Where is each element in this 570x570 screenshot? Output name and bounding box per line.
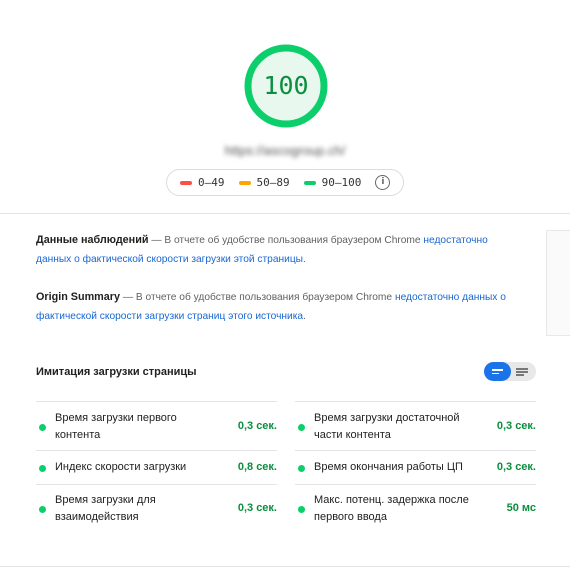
legend-average-label: 50–89 [256, 176, 290, 189]
average-bar-icon [238, 180, 251, 185]
info-icon[interactable]: i [375, 175, 391, 190]
metric-row: Время окончания работы ЦП 0,3 сек. [295, 450, 536, 484]
legend-pass: 90–100 [303, 176, 362, 189]
fail-bar-icon [180, 180, 192, 185]
pass-bar-icon [303, 180, 316, 185]
field-data-section: Данные наблюдений — В отчете об удобстве… [36, 231, 506, 269]
expanded-view-icon-line [516, 371, 528, 373]
metric-label: Индекс скорости загрузки [55, 461, 187, 473]
bottom-divider [0, 566, 570, 567]
origin-summary-period: . [303, 311, 306, 322]
origin-summary-title: Origin Summary [36, 291, 120, 303]
metric-row: Время загрузки достаточной части контент… [295, 401, 536, 450]
metric-value: 0,3 сек. [496, 461, 536, 473]
expanded-view-icon[interactable] [516, 368, 528, 370]
metric-value: 0,3 сек. [496, 420, 536, 432]
score-legend: 0–49 50–89 90–100 i [166, 169, 404, 196]
pass-dot-icon [39, 465, 46, 472]
metric-row: Время загрузки для взаимодействия 0,3 се… [36, 484, 277, 532]
metric-row: Время загрузки первого контента 0,3 сек. [36, 401, 277, 450]
performance-score: 100 [263, 71, 309, 100]
pass-dot-icon [298, 506, 305, 513]
field-data-period: . [302, 254, 306, 265]
performance-score-gauge: 100 [243, 43, 329, 129]
metric-row: Макс. потенц. задержка после первого вво… [295, 484, 536, 532]
metric-value: 50 мс [506, 502, 536, 514]
expanded-view-icon-line [516, 374, 524, 376]
pass-dot-icon [298, 424, 305, 431]
metric-label: Время загрузки первого контента [55, 412, 177, 441]
legend-pass-label: 90–100 [321, 176, 362, 189]
metric-value: 0,3 сек. [237, 502, 277, 514]
screenshot-thumbnail [546, 230, 570, 336]
pass-dot-icon [39, 424, 46, 431]
legend-fail-label: 0–49 [198, 176, 225, 189]
toggle-compact-button[interactable] [484, 362, 511, 381]
pass-dot-icon [298, 465, 305, 472]
legend-fail: 0–49 [180, 176, 225, 189]
page-url[interactable]: https://ascogroup.ch/ [0, 143, 570, 158]
metric-value: 0,3 сек. [237, 420, 277, 432]
origin-summary-text: В отчете об удобстве пользования браузер… [135, 292, 393, 303]
compact-view-icon [492, 369, 503, 371]
metric-value: 0,8 сек. [237, 461, 277, 473]
field-data-text: В отчете об удобстве пользования браузер… [164, 235, 421, 246]
metric-label: Время загрузки достаточной части контент… [314, 412, 460, 441]
origin-summary-dash: — [122, 292, 134, 303]
lab-data-title: Имитация загрузки страницы [36, 366, 197, 378]
pass-dot-icon [39, 506, 46, 513]
section-divider [0, 213, 570, 214]
field-data-dash: — [151, 235, 162, 246]
metric-label: Время загрузки для взаимодействия [55, 494, 156, 523]
metric-label: Макс. потенц. задержка после первого вво… [314, 494, 469, 523]
metric-row: Индекс скорости загрузки 0,8 сек. [36, 450, 277, 484]
compact-view-icon-line [492, 372, 499, 374]
legend-average: 50–89 [238, 176, 290, 189]
metric-label: Время окончания работы ЦП [314, 461, 463, 473]
origin-summary-section: Origin Summary — В отчете об удобстве по… [36, 288, 506, 326]
field-data-title: Данные наблюдений [36, 234, 149, 246]
metrics-view-toggle[interactable] [484, 362, 536, 381]
